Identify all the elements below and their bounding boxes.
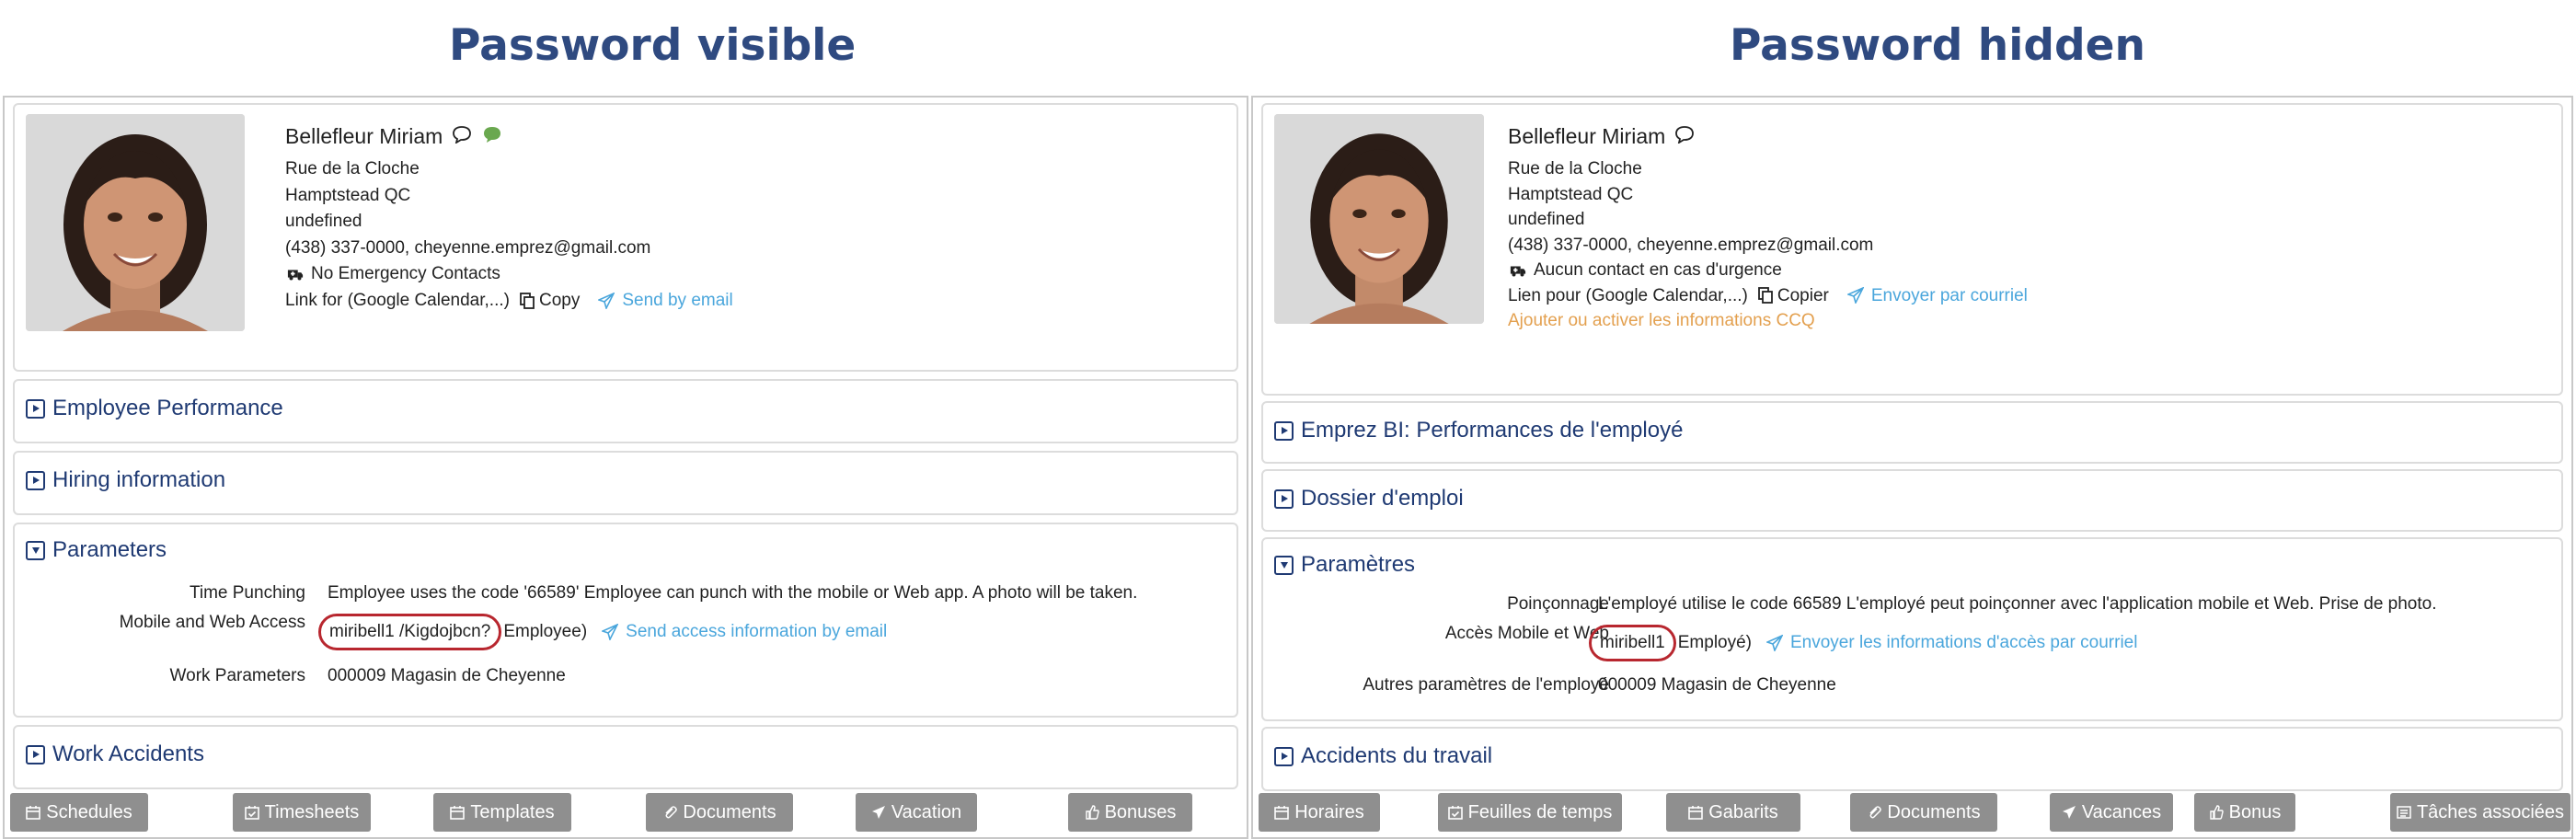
panel-password-hidden: Bellefleur Miriam Rue de la Cloche Hampt…: [1251, 96, 2573, 839]
thumbs-up-icon: [1085, 805, 1099, 820]
section-work-accidents[interactable]: Accidents du travail: [1261, 727, 2563, 791]
collapse-icon: [1274, 555, 1294, 575]
copy-icon[interactable]: [517, 292, 537, 310]
expand-icon: [26, 398, 45, 419]
timesheets-button[interactable]: Timesheets: [233, 793, 371, 832]
collapse-icon: [26, 540, 45, 560]
documents-button[interactable]: Documents: [646, 793, 793, 832]
send-by-email-link[interactable]: Send by email: [596, 288, 733, 315]
extra-field: undefined: [285, 212, 362, 231]
section-parameters: Paramètres Poinçonnage L'employé utilise…: [1261, 537, 2563, 721]
ambulance-icon: [285, 265, 305, 283]
calendar-check-icon: [244, 806, 259, 820]
profile-info: Bellefleur Miriam Rue de la Cloche Hampt…: [285, 118, 733, 314]
copy-button[interactable]: Copier: [1777, 283, 1829, 309]
param-mobile-web-access: Accès Mobile et Web miribell1 Employé) E…: [1263, 624, 2561, 661]
heading-password-hidden: Password hidden: [1730, 20, 2145, 71]
calendar-icon: [1274, 806, 1290, 820]
section-work-accidents[interactable]: Work Accidents: [13, 725, 1238, 789]
employee-name: Bellefleur Miriam: [1508, 124, 1666, 148]
paper-plane-icon: [1765, 634, 1785, 652]
access-role: Employee): [503, 622, 588, 641]
employee-name: Bellefleur Miriam: [285, 124, 443, 148]
ambulance-icon: [1508, 261, 1528, 280]
param-time-punching: Poinçonnage L'employé utilise le code 66…: [1507, 594, 2437, 614]
param-work-parameters: Work Parameters 000009 Magasin de Cheyen…: [169, 666, 566, 685]
paperclip-icon: [665, 806, 678, 819]
heading-password-visible: Password visible: [449, 20, 857, 71]
avatar-photo-icon: [26, 114, 245, 331]
address-line-1: Rue de la Cloche: [285, 159, 420, 178]
paperclip-icon: [1869, 806, 1882, 819]
expand-icon: [26, 744, 45, 764]
calendar-icon: [1688, 806, 1704, 820]
plane-icon: [2062, 806, 2076, 819]
access-credentials: miribell1 /Kigdojbcn?: [318, 614, 502, 650]
comment-filled-icon[interactable]: [481, 118, 503, 155]
templates-button[interactable]: Gabarits: [1666, 793, 1800, 832]
paper-plane-icon: [600, 623, 620, 641]
emergency-contacts: Aucun contact en cas d'urgence: [1534, 260, 1782, 280]
documents-button[interactable]: Documents: [1850, 793, 1997, 832]
vacation-button[interactable]: Vacances: [2050, 793, 2173, 832]
copy-button[interactable]: Copy: [539, 288, 580, 315]
profile-card: Bellefleur Miriam Rue de la Cloche Hampt…: [13, 103, 1238, 372]
ccq-link[interactable]: Ajouter ou activer les informations CCQ: [1508, 308, 2028, 334]
address-line-2: Hamptstead QC: [285, 185, 411, 205]
param-time-punching: Time Punching Employee uses the code '66…: [189, 583, 1138, 603]
button-bar: Horaires Feuilles de temps Gabarits Docu…: [1253, 789, 2571, 833]
access-credentials: miribell1: [1589, 625, 1676, 661]
contact-line: (438) 337-0000, cheyenne.emprez@gmail.co…: [1508, 235, 1874, 255]
bonuses-button[interactable]: Bonuses: [1068, 793, 1192, 832]
expand-icon: [1274, 488, 1294, 509]
section-hiring-information[interactable]: Hiring information: [13, 451, 1238, 515]
employee-photo: [26, 114, 245, 331]
param-mobile-web-access: Mobile and Web Access miribell1 /Kigdojb…: [15, 613, 1236, 650]
comment-outline-icon[interactable]: [1674, 118, 1695, 155]
list-icon: [2397, 806, 2411, 819]
param-work-parameters: Autres paramètres de l'employé 000009 Ma…: [1363, 675, 1836, 695]
panel-password-visible: Bellefleur Miriam Rue de la Cloche Hampt…: [3, 96, 1248, 839]
schedules-button[interactable]: Horaires: [1259, 793, 1380, 832]
address-line-2: Hamptstead QC: [1508, 184, 1634, 204]
emergency-contacts: No Emergency Contacts: [311, 264, 500, 283]
associated-tasks-button[interactable]: Tâches associées: [2390, 793, 2570, 832]
button-bar: Schedules Timesheets Templates Documents…: [5, 789, 1247, 833]
expand-icon: [1274, 420, 1294, 441]
avatar-photo-icon: [1274, 114, 1484, 324]
schedules-button[interactable]: Schedules: [10, 793, 148, 832]
plane-icon: [871, 806, 885, 819]
send-access-info-link[interactable]: Envoyer les informations d'accès par cou…: [1765, 633, 2137, 653]
expand-icon: [1274, 746, 1294, 766]
calendar-icon: [450, 806, 466, 820]
paper-plane-icon: [1846, 286, 1866, 305]
templates-button[interactable]: Templates: [433, 793, 571, 832]
extra-field: undefined: [1508, 210, 1585, 229]
comment-outline-icon[interactable]: [452, 118, 472, 155]
thumbs-up-icon: [2209, 805, 2224, 820]
bonuses-button[interactable]: Bonus: [2194, 793, 2295, 832]
contact-line: (438) 337-0000, cheyenne.emprez@gmail.co…: [285, 237, 651, 258]
section-hiring-information[interactable]: Dossier d'emploi: [1261, 469, 2563, 532]
calendar-link-label: Link for (Google Calendar,...): [285, 290, 510, 310]
profile-card: Bellefleur Miriam Rue de la Cloche Hampt…: [1261, 103, 2563, 396]
address-line-1: Rue de la Cloche: [1508, 159, 1642, 178]
timesheets-button[interactable]: Feuilles de temps: [1438, 793, 1622, 832]
expand-icon: [26, 470, 45, 490]
send-access-info-link[interactable]: Send access information by email: [600, 622, 887, 642]
copy-icon[interactable]: [1755, 286, 1776, 305]
profile-info: Bellefleur Miriam Rue de la Cloche Hampt…: [1508, 118, 2028, 334]
calendar-link-label: Lien pour (Google Calendar,...): [1508, 285, 1748, 305]
calendar-icon: [26, 806, 41, 820]
access-role: Employé): [1677, 633, 1752, 652]
paper-plane-icon: [596, 292, 616, 310]
section-parameters: Parameters Time Punching Employee uses t…: [13, 523, 1238, 718]
employee-photo: [1274, 114, 1484, 324]
section-employee-performance[interactable]: Employee Performance: [13, 379, 1238, 443]
calendar-check-icon: [1447, 806, 1463, 820]
section-employee-performance[interactable]: Emprez BI: Performances de l'employé: [1261, 401, 2563, 464]
vacation-button[interactable]: Vacation: [856, 793, 977, 832]
send-by-email-link[interactable]: Envoyer par courriel: [1846, 283, 2028, 309]
